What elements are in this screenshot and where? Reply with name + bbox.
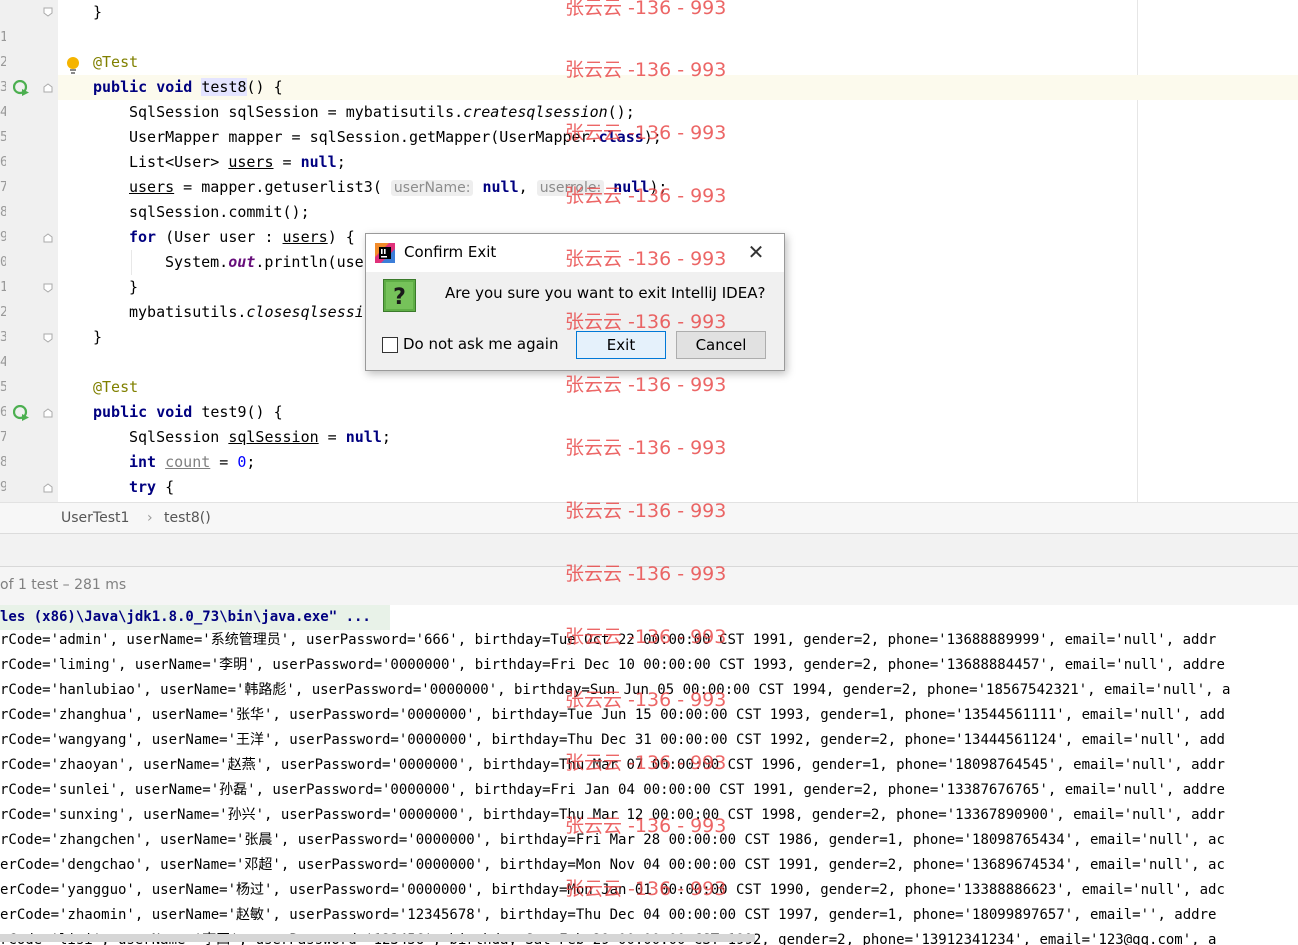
code-text: List<User> users = null; bbox=[129, 153, 346, 171]
annotation-text: @Test bbox=[93, 378, 139, 396]
console-line: rCode='admin', userName='系统管理员', userPas… bbox=[0, 632, 1217, 648]
code-line: SqlSession sqlSession = null; bbox=[0, 425, 1298, 450]
dialog-message: Are you sure you want to exit IntelliJ I… bbox=[445, 284, 766, 302]
code-line: @Test bbox=[0, 50, 1298, 75]
code-line: SqlSession sqlSession = mybatisutils.cre… bbox=[0, 100, 1298, 125]
code-text: } bbox=[93, 3, 103, 21]
dialog-title: Confirm Exit bbox=[404, 243, 497, 261]
exit-button[interactable]: Exit bbox=[576, 331, 666, 359]
code-text: UserMapper mapper = sqlSession.getMapper… bbox=[129, 128, 662, 146]
console-line: rCode='wangyang', userName='王洋', userPas… bbox=[0, 732, 1225, 748]
code-line: try { bbox=[0, 475, 1298, 500]
question-icon: ? bbox=[383, 279, 416, 312]
console-line: rCode='zhanghua', userName='张华', userPas… bbox=[0, 707, 1225, 723]
console-line: erCode='zhaomin', userName='赵敏', userPas… bbox=[0, 907, 1217, 923]
console-line: rCode='sunxing', userName='孙兴', userPass… bbox=[0, 807, 1225, 823]
code-text: mybatisutils.closesqlsessi bbox=[129, 303, 364, 321]
code-line: sqlSession.commit(); bbox=[0, 200, 1298, 225]
code-text: users = mapper.getuserlist3( userName: n… bbox=[129, 178, 668, 196]
run-toolbar bbox=[0, 533, 1298, 567]
current-line: public void test8() { bbox=[58, 75, 1298, 100]
svg-text:?: ? bbox=[393, 285, 406, 310]
code-text: public void test9() { bbox=[93, 403, 283, 421]
test-status-bar: of 1 test – 281 ms bbox=[0, 566, 1298, 606]
code-line: users = mapper.getuserlist3( userName: n… bbox=[0, 175, 1298, 200]
code-text: int count = 0; bbox=[129, 453, 256, 471]
code-text: for (User user : users) { bbox=[129, 228, 355, 246]
code-text: } bbox=[129, 278, 139, 296]
console-line: rCode='zhangchen', userName='张晨', userPa… bbox=[0, 832, 1225, 848]
breadcrumb-class[interactable]: UserTest1 bbox=[61, 510, 129, 526]
line-number: 3 bbox=[0, 80, 6, 95]
breadcrumb-separator: › bbox=[147, 510, 153, 526]
dialog-titlebar[interactable]: Confirm Exit ✕ bbox=[366, 234, 784, 272]
console-command: les (x86)\Java\jdk1.8.0_73\bin\java.exe"… bbox=[0, 605, 390, 630]
code-line: } bbox=[0, 0, 1298, 25]
intellij-app-icon bbox=[375, 243, 395, 263]
test-status-text: of 1 test – 281 ms bbox=[0, 577, 127, 593]
confirm-exit-dialog: Confirm Exit ✕ ? Are you sure you want t… bbox=[365, 233, 785, 371]
fold-marker-icon[interactable] bbox=[43, 83, 53, 93]
do-not-ask-checkbox[interactable] bbox=[382, 337, 398, 353]
code-line: @Test bbox=[0, 375, 1298, 400]
console-line: rCode='hanlubiao', userName='韩路彪', userP… bbox=[0, 682, 1231, 698]
code-text: SqlSession sqlSession = null; bbox=[129, 428, 391, 446]
breadcrumb: UserTest1 › test8() bbox=[0, 502, 1298, 534]
line-number: 4 bbox=[0, 355, 6, 370]
code-line: List<User> users = null; bbox=[0, 150, 1298, 175]
line-number: 1 bbox=[0, 30, 6, 45]
do-not-ask-label[interactable]: Do not ask me again bbox=[403, 335, 558, 353]
code-text: System.out.println(use bbox=[165, 253, 364, 271]
code-text: public void test8() { bbox=[93, 78, 283, 96]
horizontal-scrollbar[interactable] bbox=[0, 934, 755, 942]
breadcrumb-method[interactable]: test8() bbox=[164, 510, 211, 526]
run-console[interactable]: les (x86)\Java\jdk1.8.0_73\bin\java.exe"… bbox=[0, 605, 1298, 945]
console-line: rCode='liming', userName='李明', userPassw… bbox=[0, 657, 1225, 673]
code-line: int count = 0; bbox=[0, 450, 1298, 475]
close-icon[interactable]: ✕ bbox=[742, 238, 770, 266]
console-line: erCode='dengchao', userName='邓超', userPa… bbox=[0, 857, 1225, 873]
console-line: rCode='zhaoyan', userName='赵燕', userPass… bbox=[0, 757, 1225, 773]
param-hint: userName: bbox=[390, 180, 474, 196]
param-hint: userrole: bbox=[536, 180, 605, 196]
code-line: public void test9() { bbox=[0, 400, 1298, 425]
code-line: UserMapper mapper = sqlSession.getMapper… bbox=[0, 125, 1298, 150]
code-text: SqlSession sqlSession = mybatisutils.cre… bbox=[129, 103, 635, 121]
annotation-text: @Test bbox=[93, 53, 139, 71]
console-line: erCode='yangguo', userName='杨过', userPas… bbox=[0, 882, 1225, 898]
console-line: rCode='sunlei', userName='孙磊', userPassw… bbox=[0, 782, 1225, 798]
code-text: sqlSession.commit(); bbox=[129, 203, 310, 221]
cancel-button[interactable]: Cancel bbox=[676, 331, 766, 359]
code-text: } bbox=[93, 328, 103, 346]
run-test-icon[interactable] bbox=[13, 80, 29, 96]
code-text: try { bbox=[129, 478, 175, 496]
